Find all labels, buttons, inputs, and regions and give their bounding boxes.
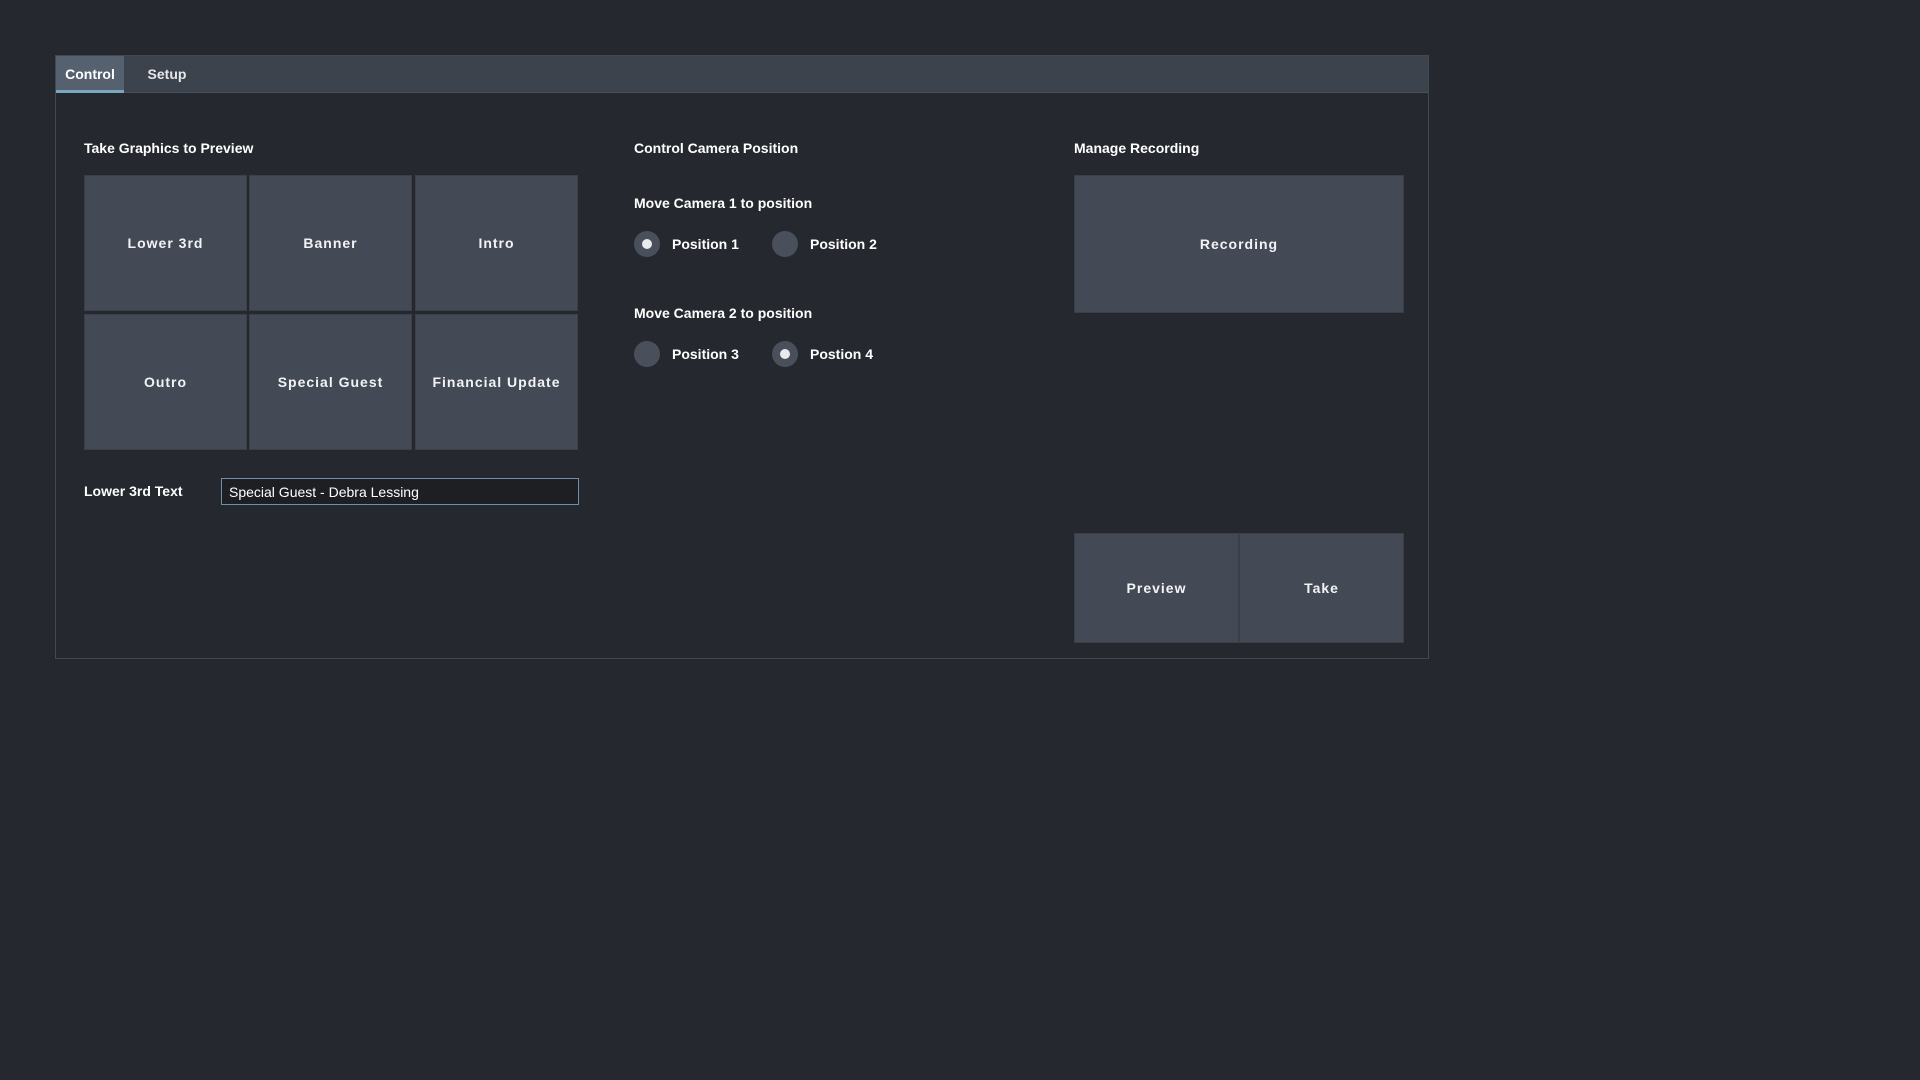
financial-update-button[interactable]: Financial Update: [415, 314, 578, 450]
recording-section-title: Manage Recording: [1074, 140, 1200, 156]
intro-button[interactable]: Intro: [415, 175, 578, 311]
position-1-radio[interactable]: [634, 231, 660, 257]
camera-1-label: Move Camera 1 to position: [634, 195, 813, 211]
main-panel: Control Setup Take Graphics to Preview L…: [55, 55, 1429, 659]
position-1-label[interactable]: Position 1: [672, 236, 772, 252]
preview-button[interactable]: Preview: [1074, 533, 1239, 643]
outro-button[interactable]: Outro: [84, 314, 247, 450]
lower-3rd-button[interactable]: Lower 3rd: [84, 175, 247, 311]
position-4-radio[interactable]: [772, 341, 798, 367]
lower-3rd-text-label: Lower 3rd Text: [84, 483, 183, 499]
tab-setup[interactable]: Setup: [133, 56, 201, 93]
lower-3rd-text-input[interactable]: [221, 478, 579, 505]
tab-bar: Control Setup: [56, 56, 1428, 93]
tab-control[interactable]: Control: [56, 56, 124, 93]
position-3-label[interactable]: Position 3: [672, 346, 772, 362]
take-button[interactable]: Take: [1239, 533, 1404, 643]
position-2-label[interactable]: Position 2: [810, 236, 910, 252]
recording-button[interactable]: Recording: [1074, 175, 1404, 313]
camera-2-radio-group: Position 3 Postion 4: [634, 341, 910, 367]
camera-section-title: Control Camera Position: [634, 140, 799, 156]
graphics-section-title: Take Graphics to Preview: [84, 140, 254, 156]
special-guest-button[interactable]: Special Guest: [249, 314, 412, 450]
position-3-radio[interactable]: [634, 341, 660, 367]
banner-button[interactable]: Banner: [249, 175, 412, 311]
position-2-radio[interactable]: [772, 231, 798, 257]
camera-2-label: Move Camera 2 to position: [634, 305, 813, 321]
position-4-label[interactable]: Postion 4: [810, 346, 910, 362]
camera-1-radio-group: Position 1 Position 2: [634, 231, 910, 257]
